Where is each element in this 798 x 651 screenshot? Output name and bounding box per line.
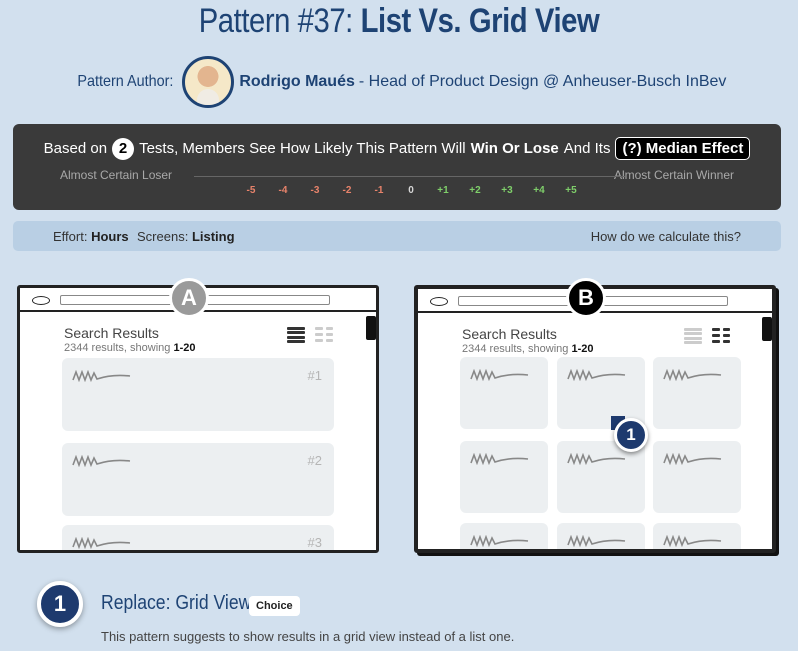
list-view-icon <box>286 325 306 345</box>
grid-item <box>460 441 548 513</box>
screens-label: Screens: <box>137 229 189 244</box>
squiggle-icon <box>663 369 722 381</box>
grid-item <box>653 441 741 513</box>
squiggle-icon <box>470 369 529 381</box>
scale-tick: +3 <box>501 185 513 196</box>
results-range: 1-20 <box>173 342 196 354</box>
grid-view-icon <box>314 325 334 345</box>
change-number-badge: 1 <box>37 581 83 627</box>
effort-bar: Effort: Hours Screens: Listing How do we… <box>13 221 781 251</box>
squiggle-icon <box>567 535 626 547</box>
screens-info: Screens: Listing <box>137 229 235 244</box>
list-view-icon <box>683 326 703 346</box>
eye-icon <box>430 297 448 306</box>
grid-item <box>460 357 548 429</box>
item-number: #3 <box>307 535 322 550</box>
scale-tick: -3 <box>310 185 320 196</box>
scale-tick: +2 <box>469 185 481 196</box>
variant-b-mockup: Search Results 2344 results, showing 1-2… <box>414 285 776 553</box>
results-count: 2344 results, showing 1-20 <box>64 342 196 354</box>
squiggle-icon <box>72 537 131 549</box>
effort-info: Effort: Hours <box>53 229 129 244</box>
change-title: Replace: Grid View <box>101 592 252 614</box>
results-count: 2344 results, showing 1-20 <box>462 343 594 355</box>
squiggle-icon <box>72 455 131 467</box>
results-text: 2344 results, showing <box>462 343 569 355</box>
variant-b-badge: B <box>566 278 606 318</box>
scale-tick: +4 <box>533 185 545 196</box>
list-item: #1 <box>62 358 334 431</box>
grid-view-icon <box>711 326 731 346</box>
choice-tag: Choice <box>249 596 300 616</box>
median-effect-button[interactable]: (?) Median Effect <box>615 137 751 160</box>
item-number: #2 <box>307 453 322 468</box>
title-main: List Vs. Grid View <box>360 2 600 40</box>
change-marker[interactable]: 1 <box>614 418 648 452</box>
squiggle-icon <box>663 535 722 547</box>
results-range: 1-20 <box>571 343 594 355</box>
scale-ticks: -5 -4 -3 -2 -1 0 +1 +2 +3 +4 +5 <box>235 185 587 196</box>
squiggle-icon <box>470 453 529 465</box>
avatar <box>182 56 235 108</box>
scale-tick: -1 <box>374 185 384 196</box>
list-item: #2 <box>62 443 334 516</box>
tests-count: 2 <box>112 137 135 160</box>
winner-label: Almost Certain Winner <box>613 168 734 182</box>
effort-value: Hours <box>91 229 129 244</box>
squiggle-icon <box>470 535 529 547</box>
scrollbar <box>366 316 376 340</box>
stats-sentence: Based on 2 Tests, Members See How Likely… <box>13 137 781 160</box>
variant-a-badge: A <box>169 278 209 318</box>
screens-value: Listing <box>191 229 235 244</box>
search-results-heading: Search Results <box>64 325 159 341</box>
scale-tick: -4 <box>278 185 288 196</box>
based-on-text: Based on <box>43 140 108 157</box>
scale-tick: -5 <box>246 185 256 196</box>
grid-item <box>557 523 645 549</box>
grid-item <box>460 523 548 549</box>
search-results-heading: Search Results <box>462 326 557 342</box>
calc-link[interactable]: How do we calculate this? <box>591 229 741 244</box>
scale-line <box>194 176 625 177</box>
list-item: #3 <box>62 525 334 550</box>
scale-tick: 0 <box>408 185 414 196</box>
squiggle-icon <box>663 453 722 465</box>
title-prefix: Pattern #37: <box>198 2 354 40</box>
author-label: Pattern Author: <box>76 73 173 90</box>
squiggle-icon <box>567 369 626 381</box>
grid-item <box>653 357 741 429</box>
eye-icon <box>32 296 50 305</box>
page-title: Pattern #37: List Vs. Grid View <box>56 2 742 41</box>
and-its-text: And Its <box>563 140 611 157</box>
stats-panel: Based on 2 Tests, Members See How Likely… <box>13 124 781 210</box>
squiggle-icon <box>72 370 131 382</box>
scrollbar <box>762 317 772 341</box>
win-lose-text: Win Or Lose <box>470 140 559 157</box>
author-role: - Head of Product Design @ Anheuser-Busc… <box>358 73 727 90</box>
loser-label: Almost Certain Loser <box>60 168 173 182</box>
sentence-mid: Tests, Members See How Likely This Patte… <box>139 140 466 157</box>
grid-item <box>653 523 741 549</box>
author-row: Pattern Author: Rodrigo Maués - Head of … <box>0 56 798 108</box>
change-description: This pattern suggests to show results in… <box>101 629 515 644</box>
variant-a-mockup: Search Results 2344 results, showing 1-2… <box>17 285 379 553</box>
effort-label: Effort: <box>53 229 88 244</box>
author-name[interactable]: Rodrigo Maués <box>239 73 355 91</box>
scale-tick: +5 <box>565 185 577 196</box>
item-number: #1 <box>307 368 322 383</box>
scale-tick: +1 <box>437 185 449 196</box>
squiggle-icon <box>567 453 626 465</box>
scale-tick: -2 <box>342 185 352 196</box>
results-text: 2344 results, showing <box>64 342 171 354</box>
